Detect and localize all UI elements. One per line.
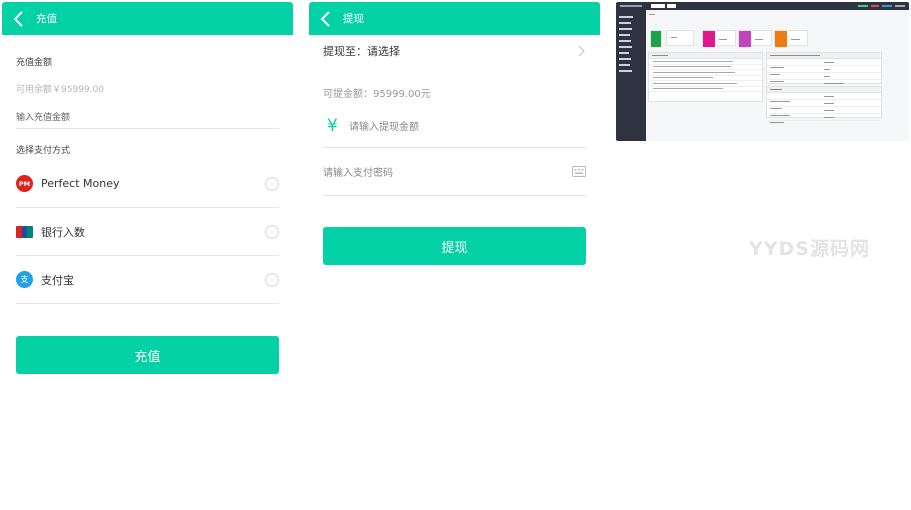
radio-button[interactable] — [265, 224, 279, 239]
chevron-right-icon — [578, 45, 585, 57]
stat-tile — [702, 30, 736, 47]
withdraw-to-label: 提现至：请选择 — [323, 45, 400, 58]
withdraw-amount-input[interactable]: ¥ 请输入提现金额 — [323, 104, 586, 148]
back-button[interactable] — [309, 2, 343, 35]
pay-option-alipay[interactable]: 支 支付宝 — [16, 256, 279, 304]
amount-input[interactable]: 输入充值金额 — [16, 105, 279, 129]
yen-icon: ¥ — [327, 115, 338, 136]
admin-topbar — [616, 2, 909, 10]
log-card — [648, 52, 763, 102]
keyboard-icon[interactable] — [572, 166, 586, 177]
chevron-left-icon — [13, 10, 23, 27]
withdraw-header: 提现 — [309, 2, 600, 35]
pay-option-label: Perfect Money — [41, 177, 120, 190]
unionpay-icon — [16, 225, 33, 238]
back-button[interactable] — [2, 2, 36, 35]
recharge-submit-button[interactable]: 充值 — [16, 336, 279, 374]
chevron-left-icon — [320, 10, 330, 27]
stats-card — [766, 86, 882, 123]
radio-button[interactable] — [265, 272, 279, 287]
pay-option-label: 银行入数 — [41, 225, 85, 239]
withdraw-submit-button[interactable]: 提现 — [323, 227, 586, 265]
method-label: 选择支付方式 — [16, 146, 71, 156]
recharge-header: 充值 — [2, 2, 293, 35]
info-card — [766, 52, 882, 89]
page-title: 提现 — [343, 13, 364, 25]
amount-label: 充值金额 — [16, 58, 53, 68]
withdraw-screen: 提现 提现至：请选择 可提金额：95999.00元 ¥ 请输入提现金额 请输入支… — [309, 2, 600, 282]
withdraw-to-select[interactable]: 提现至：请选择 — [323, 35, 586, 67]
perfect-money-icon: PM — [16, 175, 33, 192]
stat-tile — [774, 30, 808, 47]
pay-password-placeholder: 请输入支付密码 — [323, 168, 393, 179]
admin-sidebar — [616, 10, 646, 141]
admin-main — [646, 10, 909, 141]
radio-button[interactable] — [265, 176, 279, 191]
available-amount: 可提金额：95999.00元 — [323, 89, 431, 100]
pay-option-perfect-money[interactable]: PM Perfect Money — [16, 160, 279, 208]
admin-dashboard-thumbnail — [616, 2, 909, 141]
stat-tile — [738, 30, 772, 47]
alipay-icon: 支 — [16, 271, 33, 288]
page-title: 充值 — [36, 13, 57, 25]
stat-tile — [650, 30, 662, 47]
balance-text: 可用余额￥95999.00 — [16, 85, 104, 95]
pay-password-input[interactable]: 请输入支付密码 — [323, 148, 586, 196]
stat-tile — [666, 30, 694, 46]
recharge-screen: 充值 充值金额 可用余额￥95999.00 输入充值金额 选择支付方式 PM P… — [2, 2, 293, 382]
sidebar-item[interactable] — [616, 68, 646, 74]
pay-option-label: 支付宝 — [41, 273, 74, 287]
amount-placeholder: 输入充值金额 — [16, 113, 71, 123]
withdraw-amount-placeholder: 请输入提现金额 — [349, 122, 419, 133]
watermark: YYDS源码网 — [749, 238, 870, 260]
pay-option-bank[interactable]: 银行入数 — [16, 208, 279, 256]
